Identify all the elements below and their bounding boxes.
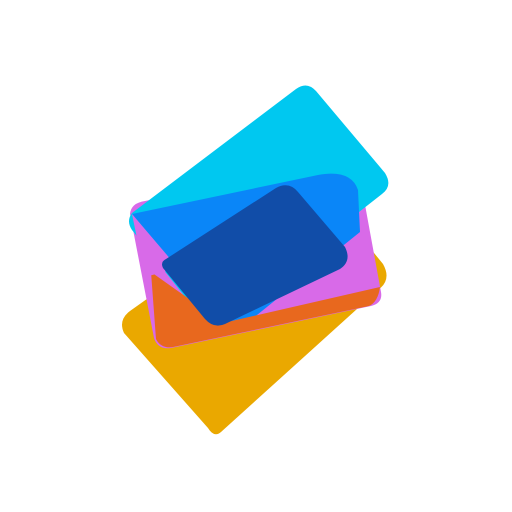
stacked-cards-icon <box>122 85 389 435</box>
app-icon-canvas <box>0 0 512 512</box>
